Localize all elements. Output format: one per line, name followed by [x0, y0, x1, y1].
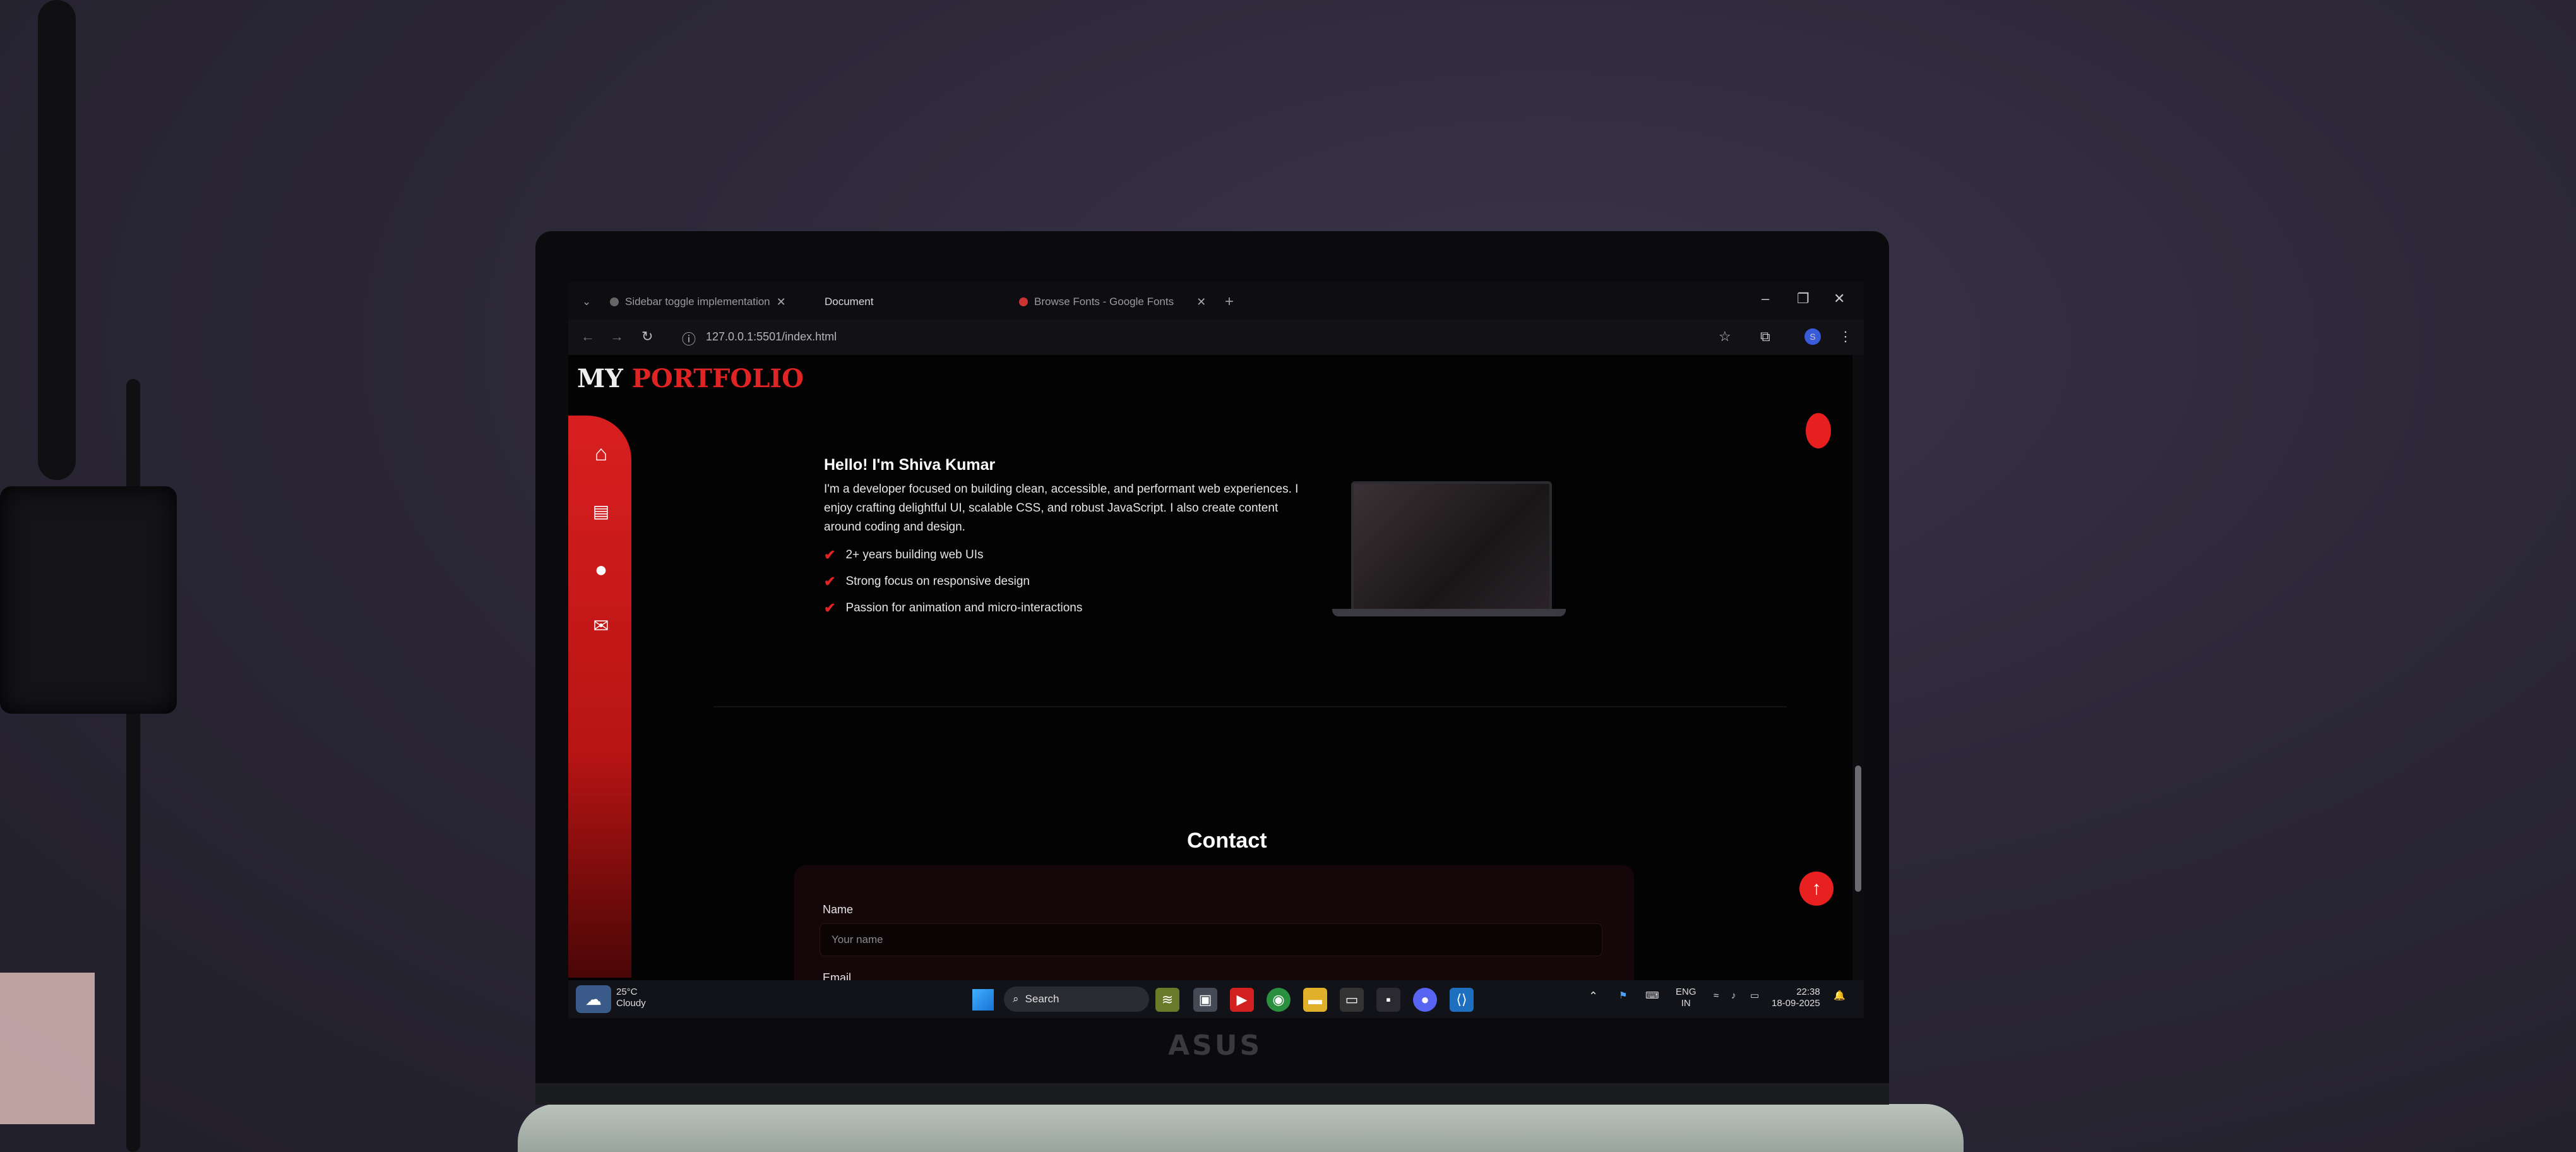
laptop-image-base	[1332, 609, 1566, 616]
app-icon[interactable]: ▪	[1376, 988, 1400, 1012]
weather-widget[interactable]: 25°C Cloudy	[616, 987, 646, 1009]
tab-label: Sidebar toggle implementation	[625, 296, 770, 308]
url-field[interactable]: 127.0.0.1:5501/index.html	[706, 330, 837, 344]
tab-label: Browse Fonts - Google Fonts	[1034, 296, 1174, 308]
volume-icon[interactable]: ♪	[1731, 990, 1736, 1002]
contact-title: Contact	[1187, 829, 1267, 853]
close-tab-icon[interactable]: ✕	[777, 296, 786, 309]
projects-icon[interactable]: ▤	[588, 499, 614, 524]
check-icon: ✔	[824, 547, 836, 563]
logo-portfolio: PORTFOLIO	[631, 364, 804, 393]
logo-my: MY	[577, 364, 623, 393]
laptop-image-screen	[1351, 481, 1552, 613]
profile-avatar[interactable]: S	[1804, 328, 1821, 345]
terminal-icon[interactable]: ▭	[1340, 988, 1364, 1012]
vscode-icon[interactable]: ⟨⟩	[1450, 988, 1474, 1012]
search-icon: ⌕	[1013, 993, 1019, 1005]
bluetooth-icon[interactable]: ⚑	[1619, 990, 1627, 1002]
tray-overflow-icon[interactable]: ⌃	[1589, 990, 1598, 1002]
section-divider	[713, 706, 1787, 707]
laptop-brand-logo: ASUS	[1168, 1029, 1263, 1062]
tab-document[interactable]: Document ✕	[818, 289, 1029, 315]
laptop-hinge	[535, 1083, 1889, 1105]
extensions-icon[interactable]: ⧉	[1760, 328, 1770, 345]
tab-sidebar-toggle[interactable]: Sidebar toggle implementation ✕	[610, 289, 812, 315]
scroll-to-top-button[interactable]: ↑	[1799, 872, 1834, 906]
home-icon[interactable]: ⌂	[588, 441, 614, 466]
date: 18-09-2025	[1772, 998, 1820, 1009]
contact-form: Name Email	[794, 865, 1634, 992]
language-indicator[interactable]: ENG IN	[1676, 987, 1696, 1009]
web-page: MY PORTFOLIO ⌂ ▤ ● ✉ Hello! I'm Shiva Ku…	[568, 355, 1852, 992]
google-fonts-icon	[1019, 297, 1028, 306]
hero-title: Hello! I'm Shiva Kumar	[824, 456, 996, 474]
check-icon: ✔	[824, 573, 836, 589]
sidebar: ⌂ ▤ ● ✉	[568, 416, 631, 978]
lang-top: ENG	[1676, 987, 1696, 997]
screen: ⌄ Sidebar toggle implementation ✕ Docume…	[568, 282, 1864, 1018]
site-info-icon[interactable]: ⓘ	[682, 328, 696, 349]
address-bar: ← → ↻ ⓘ 127.0.0.1:5501/index.html ☆ ⧉ S …	[568, 320, 1864, 355]
weather-condition: Cloudy	[616, 998, 646, 1009]
bookmark-star-icon[interactable]: ☆	[1719, 328, 1731, 345]
floating-red-dot	[1806, 413, 1831, 448]
restore-button[interactable]: ❐	[1797, 291, 1810, 307]
notification-icon[interactable]: 🔔	[1834, 990, 1846, 1002]
hero-description: I'm a developer focused on building clea…	[824, 483, 1299, 534]
site-logo[interactable]: MY PORTFOLIO	[577, 364, 804, 393]
tab-google-fonts[interactable]: Browse Fonts - Google Fonts ✕	[1019, 289, 1234, 315]
youtube-icon[interactable]: ▶	[1230, 988, 1254, 1012]
keyboard	[518, 1104, 1964, 1152]
tab-label: Document	[825, 296, 874, 308]
tab-strip: ⌄ Sidebar toggle implementation ✕ Docume…	[568, 282, 1864, 320]
start-button[interactable]	[972, 989, 994, 1011]
feature-item: ✔ Passion for animation and micro-intera…	[824, 600, 1082, 616]
search-label: Search	[1025, 993, 1059, 1005]
cable	[38, 0, 76, 480]
name-input[interactable]	[820, 923, 1602, 956]
name-label: Name	[823, 903, 854, 916]
task-view-icon[interactable]: ▣	[1193, 988, 1217, 1012]
taskbar-search[interactable]: ⌕ Search	[1004, 987, 1149, 1012]
wifi-icon[interactable]: ≈	[1714, 990, 1719, 1002]
lang-bottom: IN	[1681, 998, 1691, 1009]
tab-list-button[interactable]: ⌄	[582, 289, 591, 315]
battery-icon[interactable]: ▭	[1750, 990, 1759, 1002]
hero-laptop-image	[1332, 481, 1572, 620]
feature-item: ✔ Strong focus on responsive design	[824, 573, 1030, 590]
clock[interactable]: 22:38 18-09-2025	[1772, 987, 1820, 1009]
minimize-button[interactable]: –	[1762, 291, 1769, 307]
charger	[0, 486, 177, 714]
discord-icon[interactable]: ●	[1413, 988, 1437, 1012]
weather-icon[interactable]: ☁	[576, 985, 611, 1013]
widget-app-icon[interactable]: ≋	[1155, 988, 1179, 1012]
chrome-icon[interactable]: ◉	[1267, 988, 1291, 1012]
scrollbar-thumb[interactable]	[1855, 765, 1861, 892]
close-tab-icon[interactable]: ✕	[1196, 296, 1206, 309]
taskbar: ☁ 25°C Cloudy ⌕ Search ≋ ▣ ▶ ◉ ▬ ▭ ▪ ● ⟨…	[568, 980, 1864, 1018]
time: 22:38	[1796, 987, 1820, 997]
mail-icon[interactable]: ✉	[588, 614, 614, 639]
page-scrollbar[interactable]	[1852, 355, 1864, 980]
feature-item: ✔ 2+ years building web UIs	[824, 547, 984, 563]
forward-icon[interactable]: →	[610, 328, 624, 345]
new-tab-button[interactable]: +	[1225, 289, 1234, 315]
feature-text: 2+ years building web UIs	[845, 548, 984, 561]
feature-text: Strong focus on responsive design	[845, 575, 1030, 588]
menu-icon[interactable]: ⋮	[1839, 328, 1852, 345]
close-window-button[interactable]: ✕	[1834, 291, 1845, 307]
temperature: 25°C	[616, 987, 638, 997]
reload-icon[interactable]: ↻	[641, 328, 653, 345]
keyboard-icon[interactable]: ⌨	[1645, 990, 1659, 1002]
user-icon[interactable]: ●	[588, 557, 614, 582]
object	[0, 973, 95, 1124]
check-icon: ✔	[824, 600, 836, 616]
back-icon[interactable]: ←	[581, 328, 595, 345]
file-explorer-icon[interactable]: ▬	[1303, 988, 1327, 1012]
feature-text: Passion for animation and micro-interact…	[845, 601, 1083, 615]
globe-icon	[610, 297, 619, 306]
